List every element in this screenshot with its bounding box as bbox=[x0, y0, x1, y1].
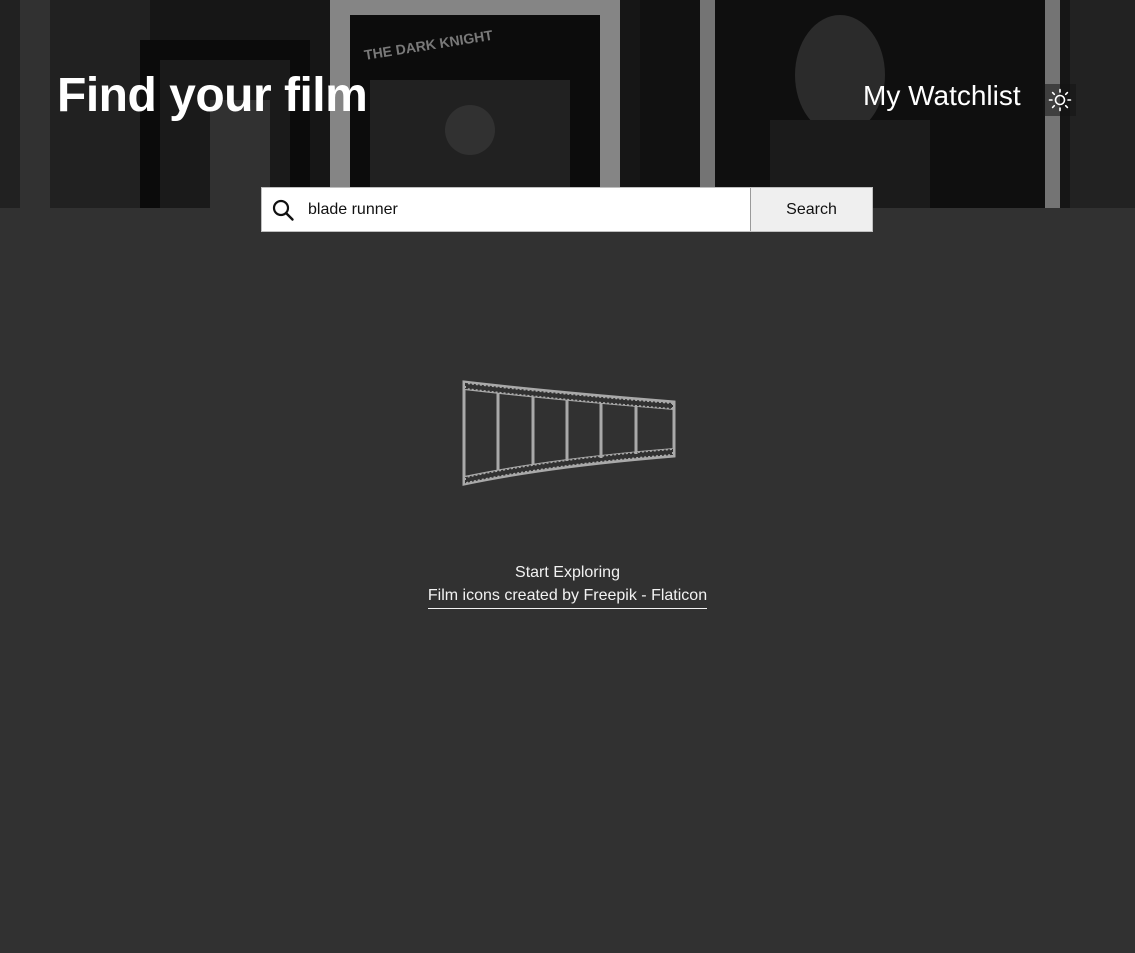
search-icon-container bbox=[262, 188, 304, 231]
start-exploring-text: Start Exploring bbox=[515, 564, 620, 581]
my-watchlist-link[interactable]: My Watchlist bbox=[863, 78, 1021, 114]
film-strip-icon bbox=[462, 380, 675, 486]
search-icon bbox=[272, 199, 294, 221]
search-input[interactable] bbox=[304, 188, 750, 231]
hero-header: THE DARK KNIGHT Find your film My Watchl… bbox=[0, 0, 1135, 208]
empty-state: Start Exploring Film icons created by Fr… bbox=[0, 370, 1135, 609]
search-form: Search bbox=[261, 187, 873, 232]
theme-toggle-button[interactable] bbox=[1043, 84, 1076, 116]
sun-icon bbox=[1048, 88, 1071, 112]
search-button[interactable]: Search bbox=[750, 188, 872, 231]
flaticon-credit-link[interactable]: Film icons created by Freepik - Flaticon bbox=[427, 585, 708, 609]
page-title: Find your film bbox=[57, 69, 368, 122]
